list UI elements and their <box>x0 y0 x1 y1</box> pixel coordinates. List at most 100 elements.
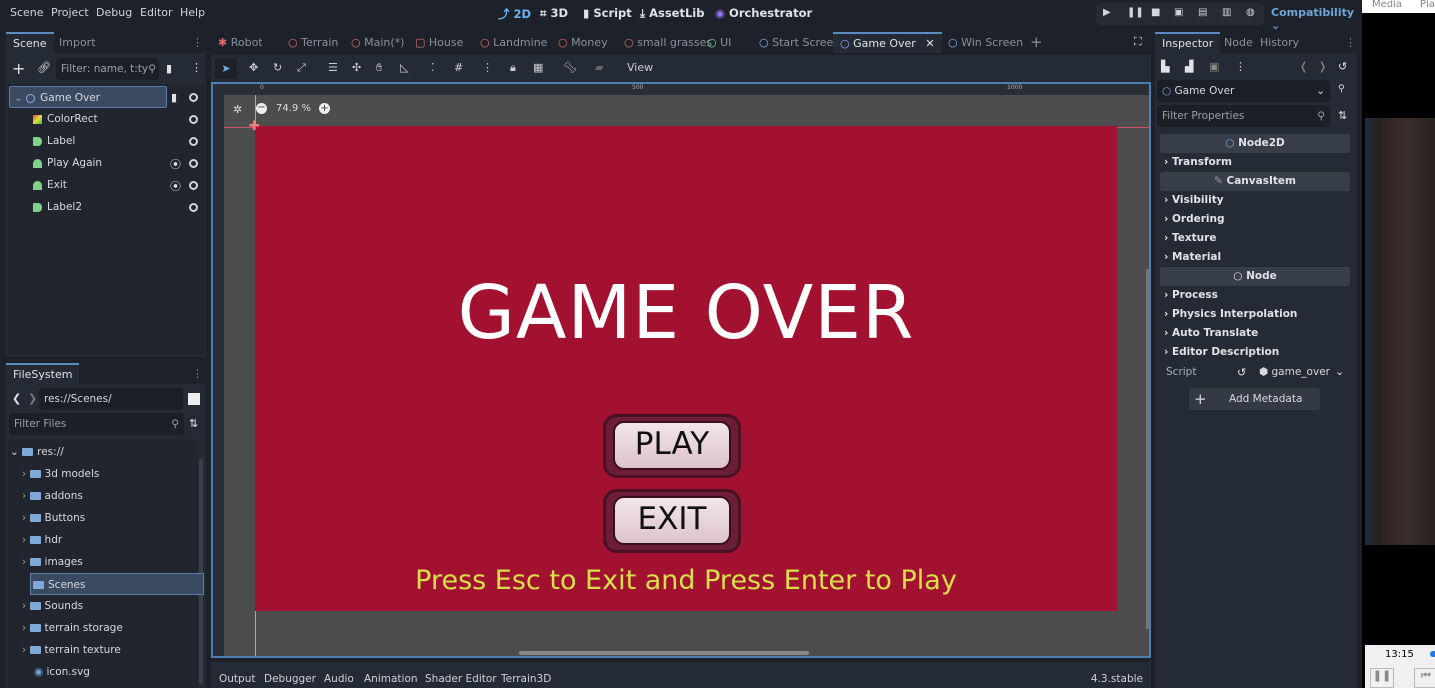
main-script-button[interactable]: ▮ Script <box>583 6 632 20</box>
dock-menu-icon[interactable]: ⋮ <box>192 363 203 384</box>
back-icon[interactable]: ❮ <box>12 392 21 405</box>
fs-item[interactable]: › 3d models <box>22 463 99 485</box>
sort-properties-icon[interactable]: ⇅ <box>1338 109 1347 122</box>
property-group[interactable]: › Physics Interpolation <box>1164 308 1297 320</box>
more-icon[interactable]: ⋮ <box>191 61 202 74</box>
zoom-level[interactable]: 74.9 % <box>276 103 311 114</box>
rotate-tool-icon[interactable]: ↻ <box>273 61 282 74</box>
sort-icon[interactable]: ⇅ <box>189 417 198 430</box>
group-icon[interactable]: ▦ <box>533 61 543 74</box>
zoom-out-icon[interactable]: − <box>256 103 267 114</box>
vertical-scrollbar[interactable] <box>1146 269 1149 629</box>
fs-item[interactable]: › hdr <box>22 529 62 551</box>
signal-icon[interactable]: ⦿ <box>170 156 181 172</box>
fs-item[interactable]: Scenes <box>30 573 204 595</box>
ruler-tool-icon[interactable]: ◺ <box>400 61 408 74</box>
tab-filesystem[interactable]: FileSystem <box>6 363 80 384</box>
smart-snap-icon[interactable]: ⁚ <box>431 61 435 74</box>
previous-icon[interactable]: ⏮ <box>1414 668 1435 688</box>
layout-toggle-icon[interactable] <box>188 393 200 405</box>
menu-playback[interactable]: Pla <box>1420 0 1435 10</box>
property-group[interactable]: › Transform <box>1164 156 1232 168</box>
script-value[interactable]: ⬢ game_over <box>1259 366 1330 378</box>
filter-properties-input[interactable]: Filter Properties ⚲ <box>1157 105 1330 127</box>
path-input[interactable]: res://Scenes/ <box>39 388 183 410</box>
menu-scene[interactable]: Scene <box>10 6 44 19</box>
menu-media[interactable]: Media <box>1372 0 1402 10</box>
skeleton-icon[interactable]: 🦴︎ <box>563 61 577 74</box>
link-icon[interactable]: 🔗︎ <box>37 61 51 74</box>
remote-debug-icon[interactable]: ▣ <box>1174 7 1183 18</box>
fs-root[interactable]: ⌄ res:// <box>10 441 64 463</box>
signal-icon[interactable]: ⦿ <box>170 178 181 194</box>
open-resource-icon[interactable]: ▟ <box>1185 60 1193 73</box>
forward-icon[interactable]: ❯ <box>28 392 37 405</box>
list-select-icon[interactable]: ☰ <box>328 61 338 74</box>
history-back-icon[interactable]: ❬ <box>1299 60 1308 73</box>
center-view-icon[interactable]: ✲ <box>233 103 242 116</box>
dock-menu-icon[interactable]: ⋮ <box>192 32 203 53</box>
scene-tab[interactable]: ○ Main(*) <box>344 32 411 53</box>
scene-tab[interactable]: ○ UI <box>700 32 738 53</box>
renderer-select[interactable]: Compatibility ⌄ <box>1271 6 1362 32</box>
movie-maker-icon[interactable]: ◍ <box>1246 7 1255 18</box>
close-tab-icon[interactable]: ✕ <box>925 37 934 50</box>
tab-scene[interactable]: Scene <box>6 32 54 53</box>
add-node-icon[interactable]: + <box>12 59 25 78</box>
scene-tab[interactable]: ▢ House <box>408 32 470 53</box>
bottom-tab[interactable]: Shader Editor <box>425 673 497 685</box>
add-tab-icon[interactable]: + <box>1023 32 1050 53</box>
recent-history-icon[interactable]: ↺ <box>1338 60 1347 73</box>
play-icon[interactable]: ▶ <box>1103 7 1111 18</box>
property-group[interactable]: › Material <box>1164 251 1221 263</box>
main-assetlib-button[interactable]: ⤓ AssetLib <box>640 6 704 21</box>
tab-history[interactable]: History <box>1253 32 1306 53</box>
history-forward-icon[interactable]: ❭ <box>1318 60 1327 73</box>
horizontal-scrollbar[interactable] <box>519 651 809 655</box>
tab-inspector[interactable]: Inspector <box>1155 32 1221 53</box>
scrollbar[interactable] <box>199 459 203 684</box>
property-group[interactable]: › Texture <box>1164 232 1216 244</box>
bottom-tab[interactable]: Debugger <box>264 673 316 685</box>
main-2d-button[interactable]: ⤴ 2D <box>498 6 531 22</box>
tree-node-exit[interactable]: Exit <box>33 174 67 196</box>
scene-tab[interactable]: ✱ Robot <box>211 32 270 53</box>
exit-button[interactable]: EXIT <box>603 489 741 553</box>
visibility-eye-icon[interactable] <box>189 137 198 146</box>
menu-debug[interactable]: Debug <box>96 6 132 19</box>
scene-tab[interactable]: ○ Money <box>551 32 615 53</box>
dock-menu-icon[interactable]: ⋮ <box>1345 32 1356 53</box>
visibility-eye-icon[interactable] <box>189 159 198 168</box>
fs-item[interactable]: › images <box>22 551 83 573</box>
tree-node-colorrect[interactable]: ColorRect <box>33 108 98 130</box>
script-attach-icon[interactable]: ▮ <box>166 62 172 75</box>
doc-icon[interactable]: ⚲ <box>1338 84 1345 94</box>
camera-override-icon[interactable]: ▰ <box>595 61 603 74</box>
seek-slider[interactable] <box>1430 651 1435 657</box>
scene-tab[interactable]: ○ Terrain <box>281 32 345 53</box>
revert-icon[interactable]: ↺ <box>1237 366 1246 379</box>
lock-icon[interactable]: 🔒︎ <box>510 61 516 75</box>
bottom-tab[interactable]: Output <box>219 673 255 685</box>
menu-editor[interactable]: Editor <box>140 6 173 19</box>
distraction-free-icon[interactable]: ⛶ <box>1134 35 1142 49</box>
view-menu[interactable]: View <box>627 61 653 74</box>
more-icon[interactable]: ⋮ <box>1235 60 1246 73</box>
property-group[interactable]: › Editor Description <box>1164 346 1279 358</box>
fs-item[interactable]: › terrain texture <box>22 639 121 661</box>
tree-node-game-over[interactable]: ⌄ Game Over <box>9 86 167 108</box>
stop-icon[interactable]: ■ <box>1151 7 1160 18</box>
main-orchestrator-button[interactable]: ◉ Orchestrator <box>715 6 812 20</box>
menu-project[interactable]: Project <box>51 6 89 19</box>
property-group[interactable]: › Process <box>1164 289 1218 301</box>
fs-item[interactable]: › Sounds <box>22 595 83 617</box>
visibility-eye-icon[interactable] <box>189 93 198 102</box>
scene-filter-input[interactable]: Filter: name, t:ty ⚲ <box>56 58 159 80</box>
visibility-eye-icon[interactable] <box>189 181 198 190</box>
pause-icon[interactable]: ❚❚ <box>1127 7 1144 18</box>
pan-tool-icon[interactable]: ✋︎ <box>376 61 382 75</box>
play-again-button[interactable]: PLAY <box>603 414 741 478</box>
property-group[interactable]: › Ordering <box>1164 213 1225 225</box>
bottom-tab[interactable]: Terrain3D <box>501 673 551 685</box>
chevron-down-icon[interactable]: ⌄ <box>1335 365 1344 378</box>
